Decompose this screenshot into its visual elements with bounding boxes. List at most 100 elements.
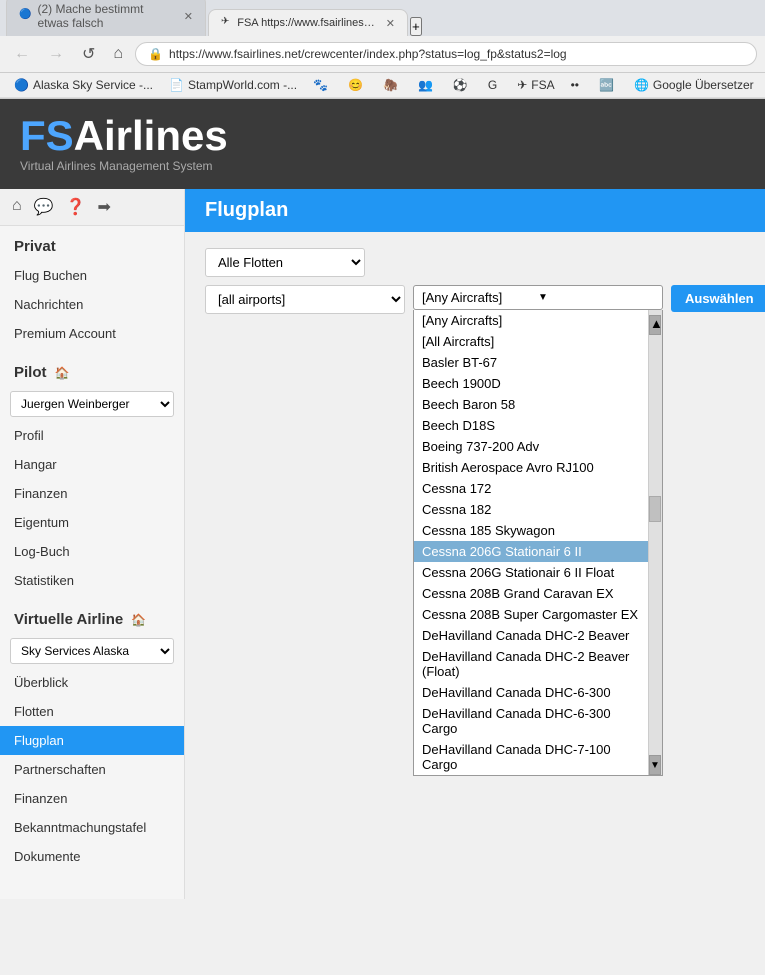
sidebar: ⌂ 💬 ❓ ➡ Privat Flug Buchen Nachrichten P…	[0, 189, 185, 899]
page-wrapper: FSAirlines Virtual Airlines Management S…	[0, 99, 765, 899]
aircraft-option-bae-avro[interactable]: British Aerospace Avro RJ100	[414, 457, 648, 478]
bookmarks-bar: 🔵 Alaska Sky Service -... 📄 StampWorld.c…	[0, 73, 765, 98]
bookmark-icon-7: ⚽	[453, 78, 468, 92]
aircraft-option-all[interactable]: [All Aircrafts]	[414, 331, 648, 352]
aircraft-option-c172[interactable]: Cessna 172	[414, 478, 648, 499]
bookmark-10[interactable]: ••	[565, 76, 589, 94]
bookmark-icon-google-translate: 🌐	[634, 78, 649, 92]
sidebar-item-finanzen-airline[interactable]: Finanzen	[0, 784, 184, 813]
aircraft-option-beechd18s[interactable]: Beech D18S	[414, 415, 648, 436]
tab-2[interactable]: ✈ FSA https://www.fsairlines.net/crewce.…	[208, 9, 408, 36]
sidebar-chat-icon[interactable]: 💬	[34, 197, 54, 217]
pilot-dropdown[interactable]: Juergen Weinberger	[10, 391, 174, 417]
site-tagline: Virtual Airlines Management System	[20, 159, 228, 173]
aircraft-option-c206g[interactable]: Cessna 206G Stationair 6 II	[414, 541, 648, 562]
bookmark-fsa[interactable]: ✈ FSA	[511, 76, 560, 94]
bookmark-facebook[interactable]: 👥	[412, 76, 443, 94]
filter-row-1: Alle Flotten	[205, 248, 765, 277]
pilot-select[interactable]: Juergen Weinberger	[10, 391, 174, 417]
sidebar-item-nachrichten[interactable]: Nachrichten	[0, 290, 184, 319]
virtual-airline-home-icon: 🏠	[131, 613, 146, 627]
sidebar-item-hangar[interactable]: Hangar	[0, 450, 184, 479]
forward-button[interactable]: →	[42, 42, 70, 66]
auswahlen-button[interactable]: Auswählen	[671, 285, 765, 312]
aircraft-option-c208b-cargo[interactable]: Cessna 208B Super Cargomaster EX	[414, 604, 648, 625]
aircraft-option-dhc6-300-cargo[interactable]: DeHavilland Canada DHC-6-300 Cargo	[414, 703, 648, 739]
main-layout: ⌂ 💬 ❓ ➡ Privat Flug Buchen Nachrichten P…	[0, 189, 765, 899]
bookmark-icon-fb: 👥	[418, 78, 433, 92]
bookmark-7[interactable]: ⚽	[447, 76, 478, 94]
airline-dropdown[interactable]: Sky Services Alaska	[10, 638, 174, 664]
aircraft-option-beechbaron[interactable]: Beech Baron 58	[414, 394, 648, 415]
sidebar-item-statistiken[interactable]: Statistiken	[0, 566, 184, 595]
aircraft-option-dhc7-100-cargo[interactable]: DeHavilland Canada DHC-7-100 Cargo	[414, 739, 648, 775]
fleet-select[interactable]: Alle Flotten	[205, 248, 365, 277]
sidebar-item-log-buch[interactable]: Log-Buch	[0, 537, 184, 566]
refresh-button[interactable]: ↺	[76, 41, 101, 67]
aircraft-option-basler[interactable]: Basler BT-67	[414, 352, 648, 373]
tab-1[interactable]: 🔵 (2) Mache bestimmt etwas falsch ✕	[6, 0, 206, 36]
aircraft-option-dhc2-float[interactable]: DeHavilland Canada DHC-2 Beaver (Float)	[414, 646, 648, 682]
bookmark-stampworld[interactable]: 📄 StampWorld.com -...	[163, 76, 303, 94]
bookmark-5[interactable]: 🦣	[377, 76, 408, 94]
sidebar-arrow-icon[interactable]: ➡	[98, 197, 111, 217]
page-title: Flugplan	[205, 199, 765, 222]
pilot-home-icon: 🏠	[55, 366, 70, 380]
aircraft-option-boeing737[interactable]: Boeing 737-200 Adv	[414, 436, 648, 457]
sidebar-item-profil[interactable]: Profil	[0, 421, 184, 450]
address-bar[interactable]: 🔒 https://www.fsairlines.net/crewcenter/…	[135, 42, 757, 66]
sidebar-item-dokumente[interactable]: Dokumente	[0, 842, 184, 871]
airline-select[interactable]: Sky Services Alaska	[10, 638, 174, 664]
sidebar-title-privat: Privat	[0, 226, 184, 261]
sidebar-help-icon[interactable]: ❓	[66, 197, 86, 217]
bookmark-4[interactable]: 😊	[342, 76, 373, 94]
aircraft-option-c185[interactable]: Cessna 185 Skywagon	[414, 520, 648, 541]
scrollbar-thumb[interactable]	[649, 496, 661, 522]
aircraft-option-any[interactable]: [Any Aircrafts]	[414, 310, 648, 331]
sidebar-title-pilot: Pilot 🏠	[0, 352, 184, 387]
bookmark-label-alaska: Alaska Sky Service -...	[33, 78, 153, 92]
aircraft-option-c182[interactable]: Cessna 182	[414, 499, 648, 520]
aircraft-option-dhc2[interactable]: DeHavilland Canada DHC-2 Beaver	[414, 625, 648, 646]
aircraft-dropdown-list: [Any Aircrafts] [All Aircrafts] Basler B…	[413, 310, 663, 776]
tab-close-1[interactable]: ✕	[184, 10, 193, 23]
airport-select[interactable]: [all airports]	[205, 285, 405, 314]
bookmark-icon-4: 😊	[348, 78, 363, 92]
site-header: FSAirlines Virtual Airlines Management S…	[0, 99, 765, 189]
url-text: https://www.fsairlines.net/crewcenter/in…	[169, 47, 744, 61]
tab-close-2[interactable]: ✕	[386, 17, 395, 30]
bookmark-translate-icon[interactable]: 🔤	[593, 76, 624, 94]
home-button[interactable]: ⌂	[107, 42, 129, 66]
aircraft-option-c208b[interactable]: Cessna 208B Grand Caravan EX	[414, 583, 648, 604]
aircraft-option-beech1900[interactable]: Beech 1900D	[414, 373, 648, 394]
new-tab-button[interactable]: +	[410, 17, 422, 36]
aircraft-dropdown-container: [Any Aircrafts] ▼ [Any Aircrafts] [All A…	[413, 285, 663, 310]
sidebar-home-icon[interactable]: ⌂	[12, 197, 22, 217]
pilot-label: Pilot	[14, 364, 47, 381]
scrollbar-thumb-down: ▼	[649, 755, 661, 775]
sidebar-item-flugplan[interactable]: Flugplan	[0, 726, 184, 755]
sidebar-item-eigentum[interactable]: Eigentum	[0, 508, 184, 537]
sidebar-item-bekanntmachungstafel[interactable]: Bekanntmachungstafel	[0, 813, 184, 842]
sidebar-item-uberblick[interactable]: Überblick	[0, 668, 184, 697]
sidebar-item-flug-buchen[interactable]: Flug Buchen	[0, 261, 184, 290]
aircraft-option-dhc6-300[interactable]: DeHavilland Canada DHC-6-300	[414, 682, 648, 703]
sidebar-item-partnerschaften[interactable]: Partnerschaften	[0, 755, 184, 784]
sidebar-item-flotten[interactable]: Flotten	[0, 697, 184, 726]
bookmark-icon-translate: 🔤	[599, 78, 614, 92]
aircraft-trigger-arrow: ▼	[538, 292, 654, 303]
bookmark-3[interactable]: 🐾	[307, 76, 338, 94]
back-button[interactable]: ←	[8, 42, 36, 66]
bookmark-alaska[interactable]: 🔵 Alaska Sky Service -...	[8, 76, 159, 94]
dropdown-scrollbar[interactable]: ▲ ▼	[648, 310, 662, 775]
bookmark-google-translate[interactable]: 🌐 Google Übersetzer	[628, 76, 760, 94]
logo-fs: FS	[20, 112, 74, 159]
sidebar-item-premium[interactable]: Premium Account	[0, 319, 184, 348]
aircraft-trigger[interactable]: [Any Aircrafts] ▼	[413, 285, 663, 310]
aircraft-option-c206g-float[interactable]: Cessna 206G Stationair 6 II Float	[414, 562, 648, 583]
sidebar-section-privat: Privat Flug Buchen Nachrichten Premium A…	[0, 226, 184, 348]
content-body: Alle Flotten [all airports] [Any Aircraf…	[185, 232, 765, 338]
bookmark-icon-3: 🐾	[313, 78, 328, 92]
bookmark-google[interactable]: G	[482, 76, 507, 94]
sidebar-item-finanzen-pilot[interactable]: Finanzen	[0, 479, 184, 508]
